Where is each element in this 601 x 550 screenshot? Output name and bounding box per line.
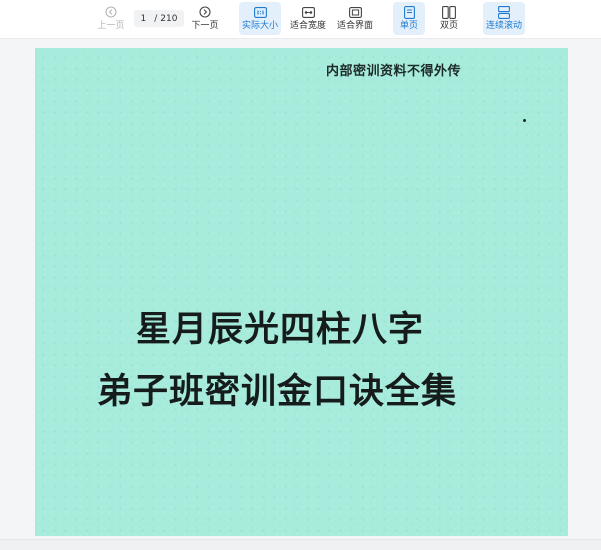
page-number-input[interactable]: 1 / 210 (134, 10, 184, 27)
actual-size-icon (253, 5, 267, 19)
current-page: 1 (140, 13, 147, 24)
speck-mark (523, 119, 526, 122)
cover-title-line-1: 星月辰光四柱八字 (136, 310, 425, 350)
page-separator: / (154, 13, 158, 24)
chevron-left-circle-icon (104, 5, 118, 19)
fit-width-icon (301, 5, 315, 19)
toolbar: 上一页 1 / 210 下一页 实际大小 适合宽度 适合界面 单页 双页 连续滚… (0, 0, 601, 39)
single-page-label: 单页 (399, 21, 418, 31)
single-page-icon (402, 5, 416, 19)
fit-width-button[interactable]: 适合宽度 (287, 2, 329, 35)
fit-page-label: 适合界面 (336, 21, 373, 31)
bottom-scroll-area[interactable] (0, 539, 601, 550)
continuous-scroll-label: 连续滚动 (485, 21, 522, 31)
fit-width-label: 适合宽度 (289, 21, 326, 31)
continuous-scroll-button[interactable]: 连续滚动 (483, 2, 525, 35)
double-page-label: 双页 (439, 21, 458, 31)
confidential-notice: 内部密训资料不得外传 (326, 64, 462, 79)
prev-page-button[interactable]: 上一页 (94, 2, 128, 35)
fit-page-icon (348, 5, 362, 19)
double-page-icon (442, 5, 456, 19)
chevron-right-circle-icon (198, 5, 212, 19)
double-page-button[interactable]: 双页 (433, 2, 465, 35)
cover-title-line-2: 弟子班密训金口诀全集 (97, 372, 458, 412)
prev-page-label: 上一页 (97, 21, 125, 31)
pdf-viewer: 上一页 1 / 210 下一页 实际大小 适合宽度 适合界面 单页 双页 连续滚… (0, 0, 601, 550)
fit-page-button[interactable]: 适合界面 (334, 2, 376, 35)
actual-size-label: 实际大小 (241, 21, 278, 31)
next-page-label: 下一页 (191, 21, 219, 31)
single-page-button[interactable]: 单页 (393, 2, 425, 35)
next-page-button[interactable]: 下一页 (188, 2, 222, 35)
document-page: 内部密训资料不得外传 星月辰光四柱八字 弟子班密训金口诀全集 (35, 48, 568, 536)
actual-size-button[interactable]: 实际大小 (239, 2, 281, 35)
total-pages: 210 (160, 13, 178, 24)
continuous-scroll-icon (497, 5, 511, 19)
